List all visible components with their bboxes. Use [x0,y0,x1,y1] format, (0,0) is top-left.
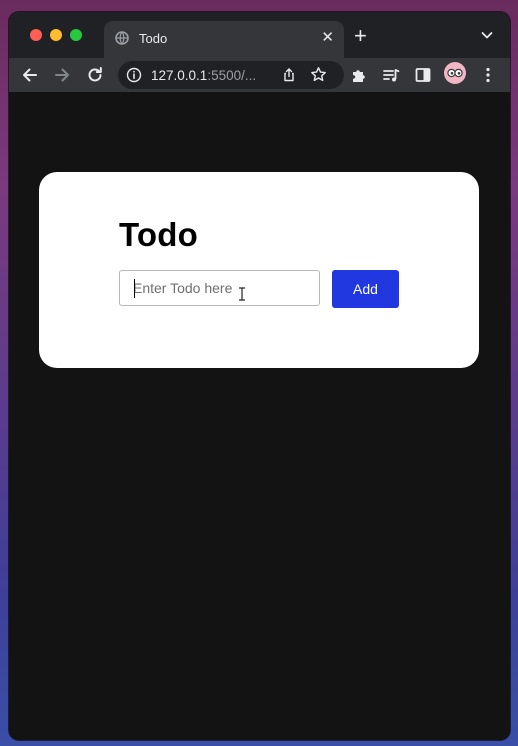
share-icon[interactable] [281,67,297,83]
tab-todo[interactable]: Todo ✕ [104,21,344,58]
puzzle-icon[interactable] [348,64,370,86]
maximize-window-button[interactable] [70,29,82,41]
tab-title: Todo [139,31,168,46]
close-window-button[interactable] [30,29,42,41]
close-tab-icon[interactable]: ✕ [321,29,334,47]
avatar[interactable] [444,62,466,84]
profile-picture [447,68,463,78]
side-panel-icon[interactable] [412,64,434,86]
arrow-left-icon[interactable] [19,64,41,86]
text-cursor-icon [239,287,245,301]
chevron-down-icon[interactable] [480,28,494,42]
minimize-window-button[interactable] [50,29,62,41]
media-queue-icon[interactable] [380,64,402,86]
star-icon[interactable] [310,66,327,83]
todo-card: Todo Add [39,172,479,368]
info-icon[interactable] [126,67,142,83]
browser-window: Todo ✕ + 127.0.0.1:5500/... Todo Enter T… [9,12,510,740]
kebab-menu-icon[interactable] [477,64,499,86]
address-bar[interactable]: 127.0.0.1:5500/... [118,61,344,89]
todo-input[interactable] [119,270,320,306]
reload-icon[interactable] [84,64,106,86]
browser-toolbar: 127.0.0.1:5500/... [9,58,510,92]
url-text: 127.0.0.1:5500/... [151,68,256,83]
new-tab-button[interactable]: + [354,25,367,47]
page-content: Todo Add [9,92,510,740]
url-host: 127.0.0.1 [151,68,208,83]
globe-icon [115,31,129,45]
arrow-right-icon[interactable] [51,64,73,86]
page-title: Todo [119,216,198,253]
text-caret [134,279,135,298]
tab-strip: Todo ✕ + [9,12,510,58]
add-button[interactable]: Add [332,270,399,308]
url-path: :5500/... [207,68,257,83]
